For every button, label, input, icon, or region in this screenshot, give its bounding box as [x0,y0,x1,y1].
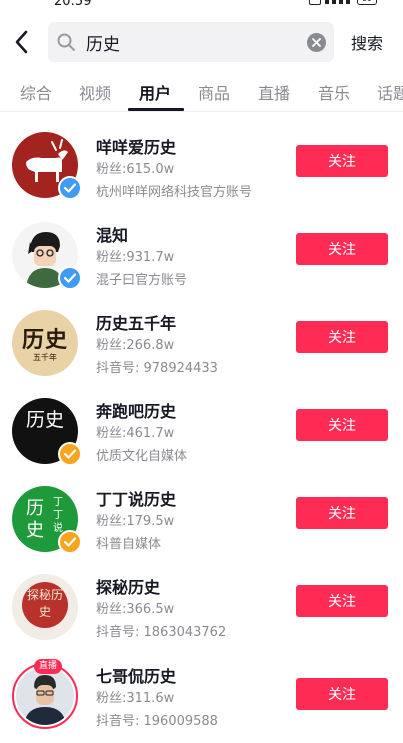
user-name: 历史五千年 [96,314,177,333]
user-row[interactable]: 直播 七哥侃历史 粉丝:311.6w 抖音号: 196009588 关注 [0,646,403,734]
verified-badge-icon [58,266,82,290]
avatar-subtext: 五千年 [33,353,57,362]
explore-history-logo: 探秘历史 [12,574,78,640]
user-description: 抖音号: 978924433 [96,361,218,376]
follow-button[interactable]: 关注 [296,678,388,710]
user-description: 优质文化自媒体 [96,449,188,464]
user-description: 科普自媒体 [96,537,162,552]
avatar-subtext: 丁丁说 [53,497,63,534]
calligraphy-logo: 历史 五千年 [12,310,78,376]
tab-products[interactable]: 商品 [198,80,230,104]
status-time: 20:59 [54,0,92,9]
back-button[interactable] [8,26,34,58]
nfc-icon [309,0,321,5]
tab-videos[interactable]: 视频 [79,80,111,104]
user-row[interactable]: 历史 丁丁说 丁丁说历史 粉丝:179.5w 科普自媒体 关注 [0,470,403,558]
signal-icon [325,0,353,4]
user-name: 七哥侃历史 [96,667,177,686]
user-name: 咩咩爱历史 [96,138,177,157]
user-description: 杭州咩咩网络科技官方账号 [96,185,253,200]
avatar-text: 历史 [25,409,64,431]
avatar[interactable]: 历史 五千年 [12,310,78,376]
user-name: 混知 [96,226,129,245]
follow-button[interactable]: 关注 [296,409,388,441]
avatar[interactable] [12,132,82,200]
follow-button[interactable]: 关注 [296,497,388,529]
user-row[interactable]: 混知 粉丝:931.7w 混子曰官方账号 关注 [0,206,403,294]
follower-count: 粉丝:311.6w [96,691,175,706]
live-tag: 直播 [34,659,63,674]
category-tabs: 综合 视频 用户 商品 直播 音乐 话题 [0,72,403,112]
verified-badge-icon [58,442,82,466]
follower-count: 粉丝:366.5w [96,602,175,617]
battery-icon: 21 [357,0,377,5]
tab-live[interactable]: 直播 [258,80,290,104]
follower-count: 粉丝:266.8w [96,338,175,353]
chevron-left-icon [15,30,28,54]
user-description: 抖音号: 1863043762 [96,625,227,640]
avatar-text: 历史 [26,498,44,541]
user-name: 探秘历史 [96,578,161,597]
follower-count: 粉丝:931.7w [96,250,175,265]
search-row: 搜索 [0,20,403,64]
tab-comprehensive[interactable]: 综合 [20,80,52,104]
avatar-text: 探秘历史 [26,588,63,619]
clear-search-button[interactable] [307,33,326,52]
follow-button[interactable]: 关注 [296,145,388,177]
user-name: 丁丁说历史 [96,490,177,509]
search-submit-button[interactable]: 搜索 [351,30,383,54]
user-row[interactable]: 历史 奔跑吧历史 粉丝:461.7w 优质文化自媒体 关注 [0,382,403,470]
active-tab-indicator [128,108,184,111]
follow-button[interactable]: 关注 [296,233,388,265]
search-box[interactable] [48,22,334,62]
avatar[interactable]: 历史 [12,398,82,466]
follower-count: 粉丝:615.0w [96,162,175,177]
follower-count: 粉丝:461.7w [96,426,175,441]
search-input[interactable] [86,28,286,56]
user-name: 奔跑吧历史 [96,402,177,421]
tab-music[interactable]: 音乐 [318,80,350,104]
avatar[interactable]: 探秘历史 [12,574,78,640]
user-row[interactable]: 探秘历史 探秘历史 粉丝:366.5w 抖音号: 1863043762 关注 [0,558,403,646]
follow-button[interactable]: 关注 [296,321,388,353]
avatar[interactable]: 历史 丁丁说 [12,486,82,554]
user-row[interactable]: 咩咩爱历史 粉丝:615.0w 杭州咩咩网络科技官方账号 关注 [0,118,403,206]
follower-count: 粉丝:179.5w [96,514,175,529]
verified-badge-icon [58,530,82,554]
battery-level: 21 [363,0,372,3]
close-icon [312,38,321,47]
user-description: 抖音号: 196009588 [96,714,218,729]
avatar[interactable] [12,222,82,290]
status-icons: 21 [309,0,377,5]
user-description: 混子曰官方账号 [96,273,188,288]
user-row[interactable]: 历史 五千年 历史五千年 粉丝:266.8w 抖音号: 978924433 关注 [0,294,403,382]
verified-badge-icon [58,176,82,200]
person-photo-icon [16,667,74,725]
tab-topics[interactable]: 话题 [377,80,403,104]
follow-button[interactable]: 关注 [296,585,388,617]
status-bar: 20:59 21 [0,0,403,14]
search-icon [57,33,75,51]
tab-users[interactable]: 用户 [139,80,171,104]
avatar[interactable]: 直播 [12,659,78,729]
avatar-text: 历史 [21,327,68,353]
